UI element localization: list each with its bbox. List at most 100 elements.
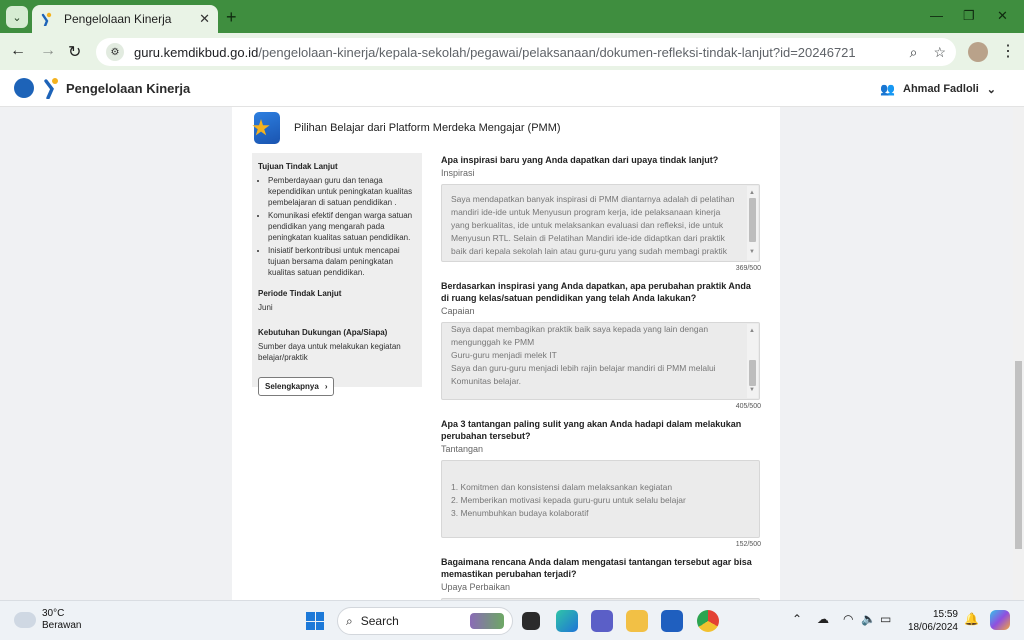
search-icon: ⌕ — [346, 613, 353, 628]
tab-search-icon[interactable]: ⌄ — [6, 6, 28, 28]
field-label: Tantangan — [441, 444, 484, 454]
char-counter: 369/500 — [735, 265, 761, 272]
browser-tab-bar: ⌄ Pengelolaan Kinerja ✕ + — ❐ ✕ — [0, 0, 1024, 33]
field-label: Upaya Perbaikan — [441, 582, 511, 592]
app-title: Pengelolaan Kinerja — [66, 80, 191, 96]
clock-date: 18/06/2024 — [907, 622, 958, 633]
user-menu[interactable]: 👥 Ahmad Fadloli ⌄ — [880, 82, 996, 96]
copilot-icon[interactable] — [990, 610, 1010, 630]
support-heading: Kebutuhan Dukungan (Apa/Siapa) — [258, 328, 388, 337]
word-icon[interactable] — [661, 610, 683, 632]
chevron-down-icon: ⌄ — [986, 83, 996, 96]
goal-item: Inisiatif berkontribusi untuk mencapai t… — [268, 245, 416, 278]
edge-icon[interactable] — [556, 610, 578, 632]
goal-list: Pemberdayaan guru dan tenaga kependidika… — [258, 175, 416, 278]
reload-icon[interactable]: ↻ — [68, 42, 81, 62]
char-counter: 405/500 — [735, 403, 761, 410]
browser-menu-icon[interactable]: ⋮ — [1000, 41, 1016, 61]
scroll-thumb[interactable] — [749, 360, 756, 386]
address-bar[interactable]: ⚙ guru.kemdikbud.go.id/pengelolaan-kiner… — [96, 38, 956, 66]
file-explorer-icon[interactable] — [626, 610, 648, 632]
minimize-icon[interactable]: — — [930, 8, 943, 23]
textarea-content: Saya mendapatkan banyak inspirasi di PMM… — [451, 194, 735, 261]
url-domain: guru.kemdikbud.go.id — [134, 44, 259, 60]
tab-title: Pengelolaan Kinerja — [64, 12, 172, 26]
window-close-icon[interactable]: ✕ — [997, 8, 1008, 24]
restore-icon[interactable]: ❐ — [963, 8, 975, 24]
support-value: Sumber daya untuk melakukan kegiatan bel… — [258, 342, 401, 362]
system-clock[interactable]: 15:59 18/06/2024 — [902, 608, 958, 634]
textarea-content: Saya dapat membagikan praktik baik saya … — [451, 324, 716, 386]
temperature: 30°C — [42, 608, 65, 619]
achievement-textarea[interactable]: Saya dapat membagikan praktik baik saya … — [441, 322, 760, 400]
scroll-down-icon[interactable]: ▼ — [749, 246, 755, 259]
page-scroll-thumb[interactable] — [1015, 361, 1022, 549]
more-button[interactable]: Selengkapnya › — [258, 377, 335, 396]
goal-heading: Tujuan Tindak Lanjut — [258, 162, 338, 171]
weather-widget[interactable]: 30°C Berawan — [14, 608, 81, 632]
question-inspiration: Apa inspirasi baru yang Anda dapatkan da… — [441, 154, 761, 272]
browser-toolbar: ← → ↻ ⚙ guru.kemdikbud.go.id/pengelolaan… — [0, 33, 1024, 70]
inspiration-textarea[interactable]: Saya mendapatkan banyak inspirasi di PMM… — [441, 184, 760, 262]
question-title: Apa inspirasi baru yang Anda dapatkan da… — [441, 155, 719, 165]
browser-tab[interactable]: Pengelolaan Kinerja ✕ — [32, 5, 218, 33]
windows-start-icon[interactable] — [306, 612, 324, 630]
follow-up-info-panel: Tujuan Tindak Lanjut Pemberdayaan guru d… — [252, 153, 422, 396]
question-title: Berdasarkan inspirasi yang Anda dapatkan… — [441, 281, 751, 303]
search-highlight-image — [470, 613, 504, 629]
battery-icon[interactable]: ▭ — [880, 612, 891, 626]
weather-condition: Berawan — [42, 620, 82, 631]
user-name: Ahmad Fadloli — [903, 83, 979, 95]
page-scrollbar[interactable] — [1013, 107, 1024, 600]
new-tab-icon[interactable]: + — [226, 7, 237, 28]
question-title: Apa 3 tantangan paling sulit yang akan A… — [441, 419, 742, 441]
chevron-up-icon[interactable]: ⌃ — [792, 612, 802, 626]
task-view-icon[interactable] — [522, 612, 540, 630]
app-header: Pengelolaan Kinerja 👥 Ahmad Fadloli ⌄ — [0, 70, 1024, 107]
scroll-down-icon[interactable]: ▼ — [749, 384, 755, 397]
textarea-content: 1. Komitmen dan konsistensi dalam melaks… — [451, 482, 686, 518]
chrome-icon[interactable] — [697, 610, 719, 632]
goal-item: Komunikasi efektif dengan warga satuan p… — [268, 210, 416, 243]
url-path: /pengelolaan-kinerja/kepala-sekolah/pega… — [258, 44, 856, 60]
chevron-right-icon: › — [324, 382, 328, 391]
kemdikbud-logo — [14, 78, 34, 98]
forward-arrow-icon[interactable]: → — [40, 42, 56, 60]
people-icon: 👥 — [880, 82, 895, 96]
scroll-thumb[interactable] — [749, 198, 756, 242]
site-info-icon[interactable]: ⚙ — [106, 43, 124, 61]
reflection-card: Pilihan Belajar dari Platform Merdeka Me… — [232, 107, 780, 600]
scroll-up-icon[interactable]: ▲ — [749, 325, 755, 338]
question-challenges: Apa 3 tantangan paling sulit yang akan A… — [441, 418, 761, 548]
textarea-scrollbar[interactable]: ▲ ▼ — [747, 186, 758, 260]
wifi-icon[interactable]: ◠ — [843, 612, 853, 626]
more-button-label: Selengkapnya — [265, 382, 319, 391]
taskbar: 30°C Berawan ⌕ Search ⌃ ☁ ◠ 🔈 ▭ 15:59 18… — [0, 600, 1024, 640]
tab-close-icon[interactable]: ✕ — [199, 11, 210, 27]
bookmark-star-icon[interactable]: ☆ — [933, 44, 946, 61]
period-value: Juni — [258, 303, 273, 312]
back-arrow-icon[interactable]: ← — [10, 42, 26, 60]
zoom-icon[interactable]: ⌕ — [910, 44, 918, 61]
clock-time: 15:59 — [932, 609, 958, 620]
app-favicon-icon — [41, 12, 52, 26]
question-title: Bagaimana rencana Anda dalam mengatasi t… — [441, 557, 752, 579]
field-label: Inspirasi — [441, 168, 475, 178]
cloud-sun-icon — [14, 608, 36, 628]
field-label: Capaian — [441, 306, 475, 316]
teams-icon[interactable] — [591, 610, 613, 632]
question-improvement: Bagaimana rencana Anda dalam mengatasi t… — [441, 556, 761, 600]
notification-bell-icon[interactable]: 🔔 — [964, 612, 979, 626]
volume-icon[interactable]: 🔈 — [861, 612, 876, 626]
goal-item: Pemberdayaan guru dan tenaga kependidika… — [268, 175, 416, 208]
textarea-scrollbar[interactable]: ▲ ▼ — [747, 324, 758, 398]
question-achievement: Berdasarkan inspirasi yang Anda dapatkan… — [441, 280, 761, 410]
challenges-textarea[interactable]: 1. Komitmen dan konsistensi dalam melaks… — [441, 460, 760, 538]
cloud-icon[interactable]: ☁ — [817, 612, 829, 626]
section-title: Pilihan Belajar dari Platform Merdeka Me… — [294, 122, 561, 134]
period-heading: Periode Tindak Lanjut — [258, 289, 342, 298]
page-content: Pilihan Belajar dari Platform Merdeka Me… — [0, 107, 1024, 600]
char-counter: 152/500 — [735, 541, 761, 548]
taskbar-search[interactable]: ⌕ Search — [337, 607, 513, 635]
profile-avatar[interactable] — [968, 42, 988, 62]
